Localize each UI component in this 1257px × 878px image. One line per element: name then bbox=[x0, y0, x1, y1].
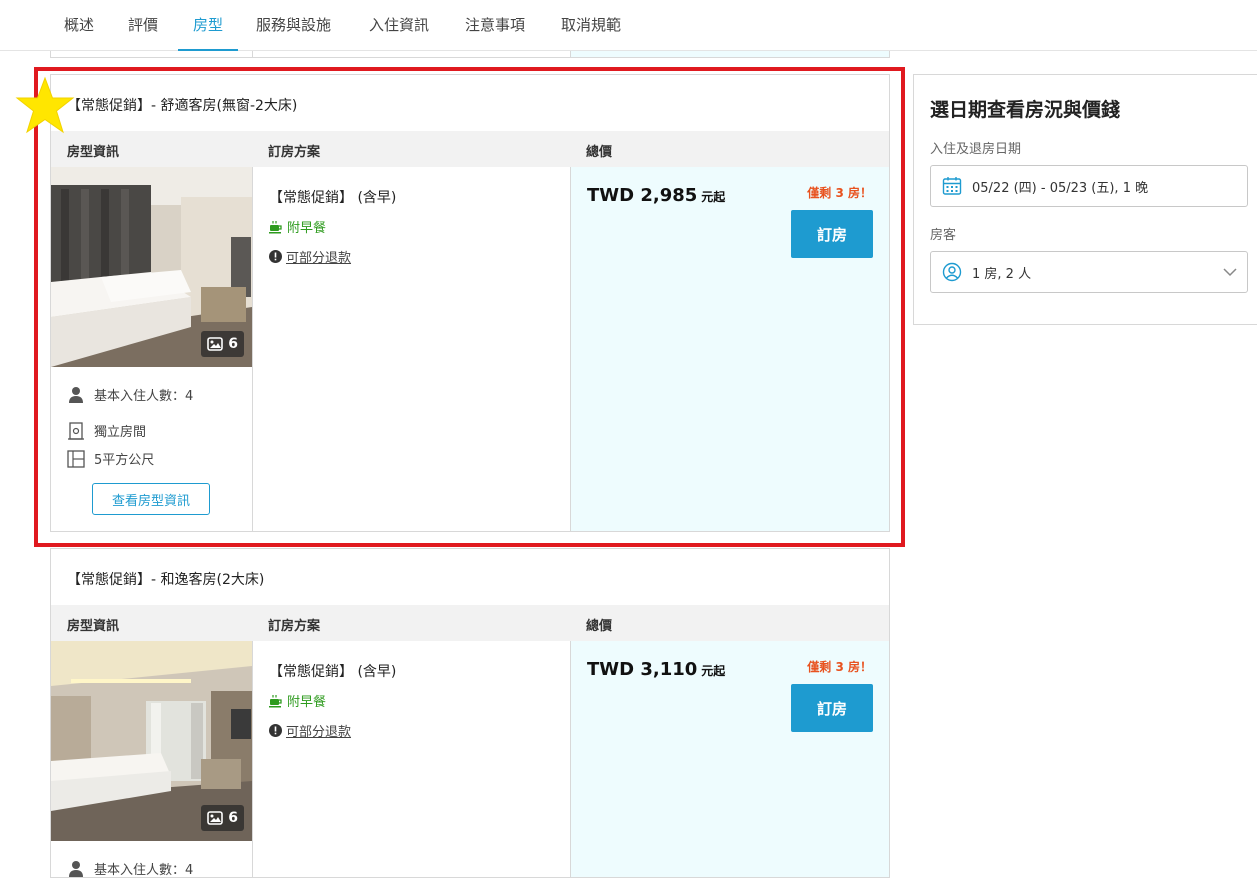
room-type-feature: 獨立房間 bbox=[67, 421, 146, 440]
price-amount: TWD 3,110 bbox=[587, 659, 698, 680]
room-size-text: 5平方公尺 bbox=[94, 453, 155, 468]
room-type-text: 獨立房間 bbox=[94, 425, 147, 440]
occupancy-text: 基本入住人數：4 bbox=[94, 389, 194, 404]
refund-line[interactable]: 可部分退款 bbox=[269, 247, 351, 266]
room-card: 【常態促銷】- 舒適客房(無窗-2大床) 房型資訊 訂房方案 總價 6 基本入住… bbox=[50, 74, 890, 532]
previous-room-card-edge bbox=[50, 51, 890, 58]
header-plan: 訂房方案 bbox=[268, 619, 321, 634]
photo-count-badge[interactable]: 6 bbox=[201, 805, 244, 831]
refund-policy-link[interactable]: 可部分退款 bbox=[286, 247, 351, 266]
breakfast-text: 附早餐 bbox=[287, 221, 327, 236]
room-photo[interactable]: 6 bbox=[51, 641, 252, 841]
tab-cancellation[interactable]: 取消規範 bbox=[561, 14, 621, 51]
price-display: TWD 3,110 元起 bbox=[587, 659, 725, 680]
door-icon bbox=[68, 421, 84, 440]
occupancy-feature: 基本入住人數：4 bbox=[67, 385, 193, 404]
person-icon bbox=[69, 860, 83, 877]
header-total: 總價 bbox=[586, 145, 613, 160]
breakfast-line: 附早餐 bbox=[269, 217, 326, 236]
table-header: 房型資訊 訂房方案 總價 bbox=[51, 605, 889, 641]
date-label: 入住及退房日期 bbox=[930, 142, 1022, 157]
plan-column: 【常態促銷】 (含早) 附早餐 可部分退款 bbox=[252, 641, 571, 877]
header-room-info: 房型資訊 bbox=[67, 145, 120, 160]
person-icon bbox=[69, 386, 83, 403]
breakfast-text: 附早餐 bbox=[287, 695, 327, 710]
occupancy-feature: 基本入住人數：4 bbox=[67, 859, 193, 878]
date-selection-panel: 選日期查看房況與價錢 入住及退房日期 05/22 (四) - 05/23 (五)… bbox=[913, 74, 1257, 325]
coffee-cup-icon bbox=[269, 220, 282, 233]
plan-name: 【常態促銷】 (含早) bbox=[269, 664, 397, 680]
room-title: 【常態促銷】- 和逸客房(2大床) bbox=[67, 572, 265, 588]
rooms-remaining-badge: 僅剩 3 房！ bbox=[807, 660, 872, 674]
info-exclamation-icon bbox=[269, 250, 282, 263]
price-suffix: 元起 bbox=[701, 190, 726, 204]
price-column: TWD 2,985 元起 僅剩 3 房！ 訂房 bbox=[570, 167, 889, 531]
image-icon bbox=[207, 811, 224, 825]
coffee-cup-icon bbox=[269, 694, 282, 707]
table-header: 房型資訊 訂房方案 總價 bbox=[51, 131, 889, 167]
tab-notices[interactable]: 注意事項 bbox=[465, 14, 525, 51]
price-amount: TWD 2,985 bbox=[587, 185, 698, 206]
price-suffix: 元起 bbox=[701, 664, 726, 678]
guest-label: 房客 bbox=[930, 228, 957, 243]
calendar-icon bbox=[942, 177, 962, 195]
price-display: TWD 2,985 元起 bbox=[587, 185, 725, 206]
occupancy-text: 基本入住人數：4 bbox=[94, 863, 194, 878]
price-column: TWD 3,110 元起 僅剩 3 房！ 訂房 bbox=[570, 641, 889, 877]
floor-plan-icon bbox=[67, 449, 85, 468]
info-exclamation-icon bbox=[269, 724, 282, 737]
guest-selector[interactable]: 1 房, 2 人 bbox=[930, 251, 1248, 293]
header-room-info: 房型資訊 bbox=[67, 619, 120, 634]
photo-count: 6 bbox=[228, 810, 238, 826]
tab-checkin-info[interactable]: 入住資訊 bbox=[369, 14, 429, 51]
room-photo[interactable]: 6 bbox=[51, 167, 252, 367]
tab-reviews[interactable]: 評價 bbox=[128, 14, 158, 51]
view-room-info-button[interactable]: 查看房型資訊 bbox=[92, 483, 210, 515]
chevron-down-icon bbox=[1223, 268, 1237, 277]
date-range-picker[interactable]: 05/22 (四) - 05/23 (五), 1 晚 bbox=[930, 165, 1248, 207]
room-size-feature: 5平方公尺 bbox=[67, 449, 154, 468]
room-title: 【常態促銷】- 舒適客房(無窗-2大床) bbox=[67, 98, 298, 114]
header-plan: 訂房方案 bbox=[268, 145, 321, 160]
refund-line[interactable]: 可部分退款 bbox=[269, 721, 351, 740]
breakfast-line: 附早餐 bbox=[269, 691, 326, 710]
image-icon bbox=[207, 337, 224, 351]
room-info-column: 6 基本入住人數：4 獨立房間 5平方公尺 查看房型資訊 bbox=[51, 167, 252, 531]
refund-policy-link[interactable]: 可部分退款 bbox=[286, 721, 351, 740]
room-card: 【常態促銷】- 和逸客房(2大床) 房型資訊 訂房方案 總價 6 基本入住人數：… bbox=[50, 548, 890, 878]
guest-value: 1 房, 2 人 bbox=[972, 266, 1032, 282]
book-button[interactable]: 訂房 bbox=[791, 210, 873, 258]
user-circle-icon bbox=[942, 262, 962, 282]
plan-column: 【常態促銷】 (含早) 附早餐 可部分退款 bbox=[252, 167, 571, 531]
book-button[interactable]: 訂房 bbox=[791, 684, 873, 732]
star-icon bbox=[15, 76, 75, 134]
panel-title: 選日期查看房況與價錢 bbox=[930, 99, 1121, 121]
header-total: 總價 bbox=[586, 619, 613, 634]
date-range-value: 05/22 (四) - 05/23 (五), 1 晚 bbox=[972, 180, 1149, 196]
top-nav: 概述 評價 房型 服務與設施 入住資訊 注意事項 取消規範 bbox=[0, 0, 1257, 51]
tab-rooms[interactable]: 房型 bbox=[177, 14, 239, 51]
photo-count: 6 bbox=[228, 336, 238, 352]
plan-name: 【常態促銷】 (含早) bbox=[269, 190, 397, 206]
tab-facilities[interactable]: 服務與設施 bbox=[256, 14, 331, 51]
rooms-remaining-badge: 僅剩 3 房！ bbox=[807, 186, 872, 200]
tab-overview[interactable]: 概述 bbox=[64, 14, 94, 51]
room-info-column: 6 基本入住人數：4 bbox=[51, 641, 252, 878]
photo-count-badge[interactable]: 6 bbox=[201, 331, 244, 357]
